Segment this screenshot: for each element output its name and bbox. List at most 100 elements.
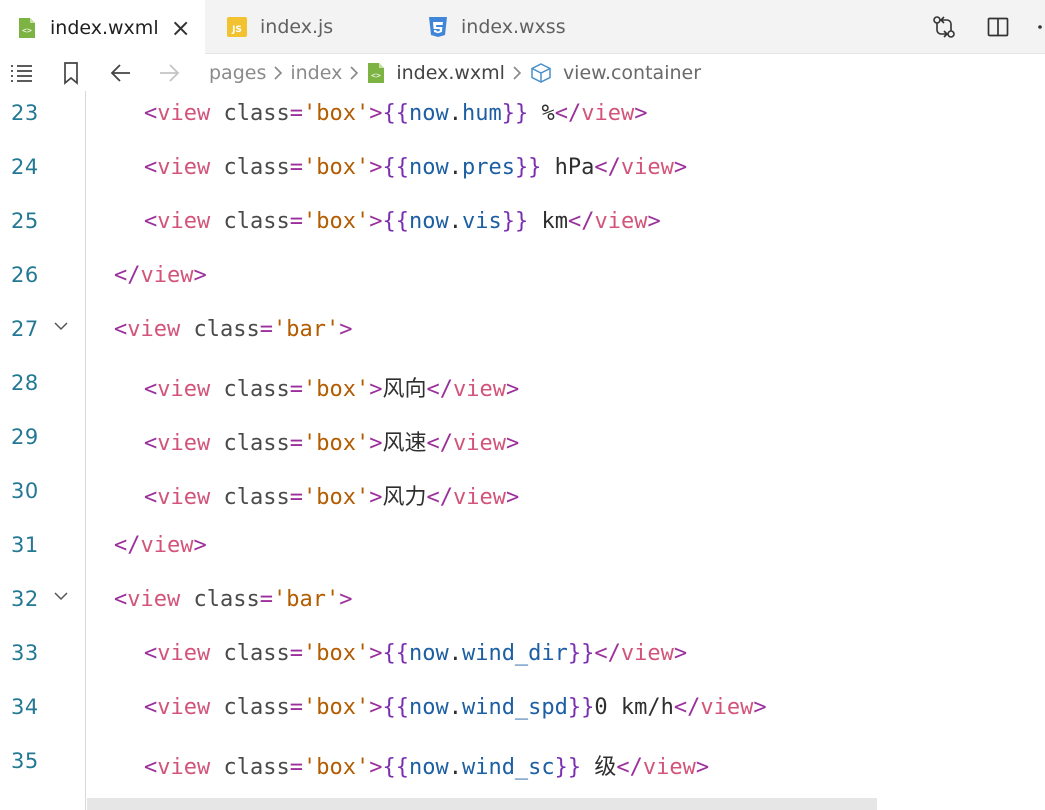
tab-label: index.js xyxy=(260,16,334,38)
code-token: > xyxy=(369,101,383,126)
code-line[interactable]: 29 <view class='box'>风速</view> xyxy=(0,415,1045,469)
code-line[interactable]: 27 <view class='bar'> xyxy=(0,307,1045,361)
code-token: class xyxy=(223,695,290,720)
tab-actions xyxy=(930,0,1045,54)
code-line[interactable]: 25 <view class='box'>{{now.vis}} km</view… xyxy=(0,199,1045,253)
code-token: % xyxy=(528,101,555,126)
code-token: km xyxy=(528,209,568,234)
code-token: > xyxy=(339,587,353,612)
code-token: class xyxy=(223,641,290,666)
code-token: > xyxy=(369,209,383,234)
code-token: view xyxy=(452,485,506,510)
code-line[interactable]: 30 <view class='box'>风力</view> xyxy=(0,469,1045,523)
code-line[interactable]: 28 <view class='box'>风向</view> xyxy=(0,361,1045,415)
code-line[interactable]: 34 <view class='box'>{{now.wind_spd}}0 km… xyxy=(0,685,1045,739)
code-token: > xyxy=(505,485,520,510)
code-token: {{ xyxy=(382,209,409,234)
code-token: class xyxy=(193,317,260,342)
split-editor-icon[interactable] xyxy=(984,13,1012,41)
fold-chevron-icon[interactable] xyxy=(52,317,70,335)
code-token: > xyxy=(369,755,383,780)
code-line[interactable]: 33 <view class='box'>{{now.wind_dir}}</vi… xyxy=(0,631,1045,685)
code-text: <view class='box'>{{now.pres}} hPa</view… xyxy=(144,155,687,180)
code-text: <view class='box'>{{now.wind_dir}}</view… xyxy=(144,641,687,666)
line-number: 33 xyxy=(11,641,39,665)
code-line[interactable]: 32 <view class='bar'> xyxy=(0,577,1045,631)
tab-index-wxss[interactable]: index.wxss xyxy=(409,0,612,54)
forward-arrow-icon[interactable] xyxy=(154,58,184,88)
code-token: vis xyxy=(461,209,502,234)
breadcrumb-pages[interactable]: pages xyxy=(209,62,266,84)
code-token: {{ xyxy=(382,101,409,126)
code-token: 0 km/h xyxy=(594,695,674,720)
code-token: > xyxy=(369,641,383,666)
code-token: > xyxy=(193,263,207,288)
wxml-file-icon: <> xyxy=(16,17,38,39)
code-token: }} xyxy=(501,209,529,234)
outline-list-icon[interactable] xyxy=(6,58,36,88)
compare-changes-icon[interactable] xyxy=(930,13,958,41)
horizontal-scrollbar[interactable] xyxy=(87,798,877,810)
code-line[interactable]: 24 <view class='box'>{{now.pres}} hPa</vi… xyxy=(0,145,1045,199)
tab-index-wxml[interactable]: <> index.wxml × xyxy=(0,0,205,55)
code-text: <view class='box'>{{now.wind_sc}} 级</vie… xyxy=(144,749,709,781)
svg-text:JS: JS xyxy=(231,25,242,35)
code-token: = xyxy=(289,695,303,720)
breadcrumb-symbol[interactable]: view.container xyxy=(529,62,701,84)
breadcrumb-file[interactable]: <> index.wxml xyxy=(366,62,505,84)
code-token: view xyxy=(157,155,211,180)
code-token: > xyxy=(369,155,383,180)
back-arrow-icon[interactable] xyxy=(106,58,136,88)
code-token: hPa xyxy=(541,155,595,180)
code-line[interactable]: 35 <view class='box'>{{now.wind_sc}} 级</v… xyxy=(0,739,1045,793)
code-token: 风向 xyxy=(382,377,427,402)
code-token: wind_dir xyxy=(461,641,568,666)
code-token: </ xyxy=(426,377,453,402)
code-token: view xyxy=(157,695,211,720)
code-token: }} xyxy=(501,101,529,126)
code-token: </ xyxy=(594,641,621,666)
fold-chevron-icon[interactable] xyxy=(52,587,70,605)
code-token: > xyxy=(505,377,520,402)
code-token: = xyxy=(289,485,303,510)
breadcrumb-symbol-label: view.container xyxy=(562,61,702,84)
more-actions-icon[interactable] xyxy=(1026,13,1045,41)
code-token: }} xyxy=(514,155,542,180)
code-token: . xyxy=(448,155,462,180)
code-token: 'box' xyxy=(302,377,370,402)
line-number: 25 xyxy=(11,209,39,233)
code-token: = xyxy=(289,431,303,456)
code-line[interactable]: 31 </view> xyxy=(0,523,1045,577)
code-token: 'box' xyxy=(302,209,370,234)
code-text: <view class='box'>风力</view> xyxy=(144,479,519,511)
breadcrumb-toolbar: pages index <> index.wxml view.container xyxy=(0,54,1045,91)
code-token: > xyxy=(753,695,767,720)
code-line[interactable]: 26 </view> xyxy=(0,253,1045,307)
chevron-right-icon xyxy=(348,65,360,81)
code-token: . xyxy=(448,209,462,234)
code-token: = xyxy=(289,641,303,666)
tab-index-js[interactable]: JS index.js xyxy=(206,0,408,54)
code-token: > xyxy=(193,533,207,558)
close-tab-icon[interactable]: × xyxy=(171,16,191,40)
code-token: class xyxy=(223,755,290,780)
chevron-right-icon xyxy=(511,65,523,81)
code-text: <view class='box'>{{now.vis}} km</view> xyxy=(144,209,661,234)
code-token: > xyxy=(339,317,353,342)
line-number: 24 xyxy=(11,155,39,179)
code-token: = xyxy=(289,377,303,402)
code-token: view xyxy=(157,377,211,402)
code-token: view xyxy=(157,641,211,666)
code-line[interactable]: 23 <view class='box'>{{now.hum}} %</view> xyxy=(0,91,1045,145)
code-editor[interactable]: 23 <view class='box'>{{now.hum}} %</view>… xyxy=(0,91,1045,810)
code-token: . xyxy=(448,695,462,720)
code-token: < xyxy=(114,317,128,342)
bookmark-icon[interactable] xyxy=(56,58,86,88)
line-number: 34 xyxy=(11,695,39,719)
svg-text:<>: <> xyxy=(372,71,382,80)
code-token: 级 xyxy=(581,755,617,780)
code-token: > xyxy=(673,641,688,666)
breadcrumb-index[interactable]: index xyxy=(290,62,342,84)
